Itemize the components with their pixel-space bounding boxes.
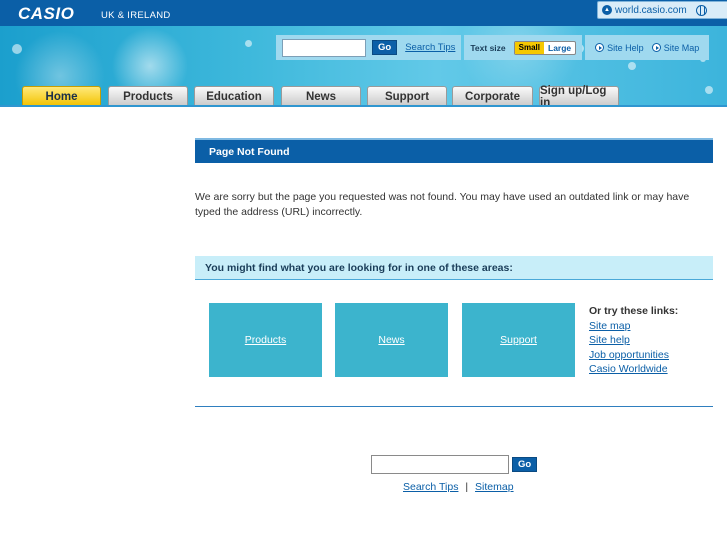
link-separator: | [465,481,469,493]
site-map-label: Site Map [663,42,700,53]
content-divider [195,406,713,407]
main-nav: Home Products Education News Support Cor… [0,85,727,109]
bottom-search-input[interactable] [371,455,509,474]
suggestions-heading: You might find what you are looking for … [195,256,713,280]
play-icon [595,43,605,52]
error-message: We are sorry but the page you requested … [195,191,690,218]
tab-corporate[interactable]: Corporate [452,86,533,106]
tile-products[interactable]: Products [209,303,322,377]
text-size-label: Text size [470,42,506,53]
tab-home[interactable]: Home [22,86,101,106]
top-bar: CASIO UK & IRELAND ▲ world.casio.com [0,0,727,26]
site-help-label: Site Help [607,42,644,53]
try-links-label: Or try these links: [589,305,679,317]
search-go-button[interactable]: Go [372,40,398,55]
tab-news[interactable]: News [281,86,361,106]
tile-support-link[interactable]: Support [500,334,537,346]
header-tools: Go Search Tips Text size Small Large Sit… [276,35,712,60]
text-size-toggle: Small Large [513,40,577,55]
search-input[interactable] [282,38,366,57]
bottom-sitemap-link[interactable]: Sitemap [475,481,514,493]
globe-icon [695,4,707,16]
search-group: Go Search Tips [276,35,462,60]
page-title: Page Not Found [195,138,713,163]
try-links: Or try these links: Site map Site help J… [589,304,678,377]
casio-worldwide-link[interactable]: Casio Worldwide [589,362,678,377]
site-map-link[interactable]: Site Map [651,42,700,53]
text-size-large-button[interactable]: Large [544,42,575,54]
bottom-go-button[interactable]: Go [512,457,538,472]
casio-logo[interactable]: CASIO [18,4,74,24]
site-help-link[interactable]: Site help [589,333,678,348]
tab-signup-login[interactable]: Sign up/Log in [539,85,619,109]
world-casio-label: world.casio.com [615,4,687,16]
play-icon [651,43,661,52]
world-casio-link[interactable]: ▲ world.casio.com [597,1,727,19]
search-tips-link[interactable]: Search Tips [405,42,455,53]
arrow-up-icon: ▲ [602,5,612,15]
tile-news-link[interactable]: News [378,334,404,346]
tile-support[interactable]: Support [462,303,575,377]
tile-news[interactable]: News [335,303,448,377]
site-help-link[interactable]: Site Help [595,43,644,53]
job-opportunities-link[interactable]: Job opportunities [589,348,678,363]
text-size-group: Text size Small Large [464,35,583,60]
bottom-links: Search Tips | Sitemap [403,481,514,493]
nav-divider [0,105,727,107]
region-label: UK & IRELAND [101,10,171,21]
site-map-link[interactable]: Site map [589,319,678,334]
bottom-search-tips-link[interactable]: Search Tips [403,481,458,493]
help-group: Site Help Site Map [585,35,710,60]
tab-support[interactable]: Support [367,86,447,106]
tab-products[interactable]: Products [108,86,188,106]
text-size-small-button[interactable]: Small [514,41,544,54]
tab-education[interactable]: Education [194,86,274,106]
tile-products-link[interactable]: Products [245,334,286,346]
